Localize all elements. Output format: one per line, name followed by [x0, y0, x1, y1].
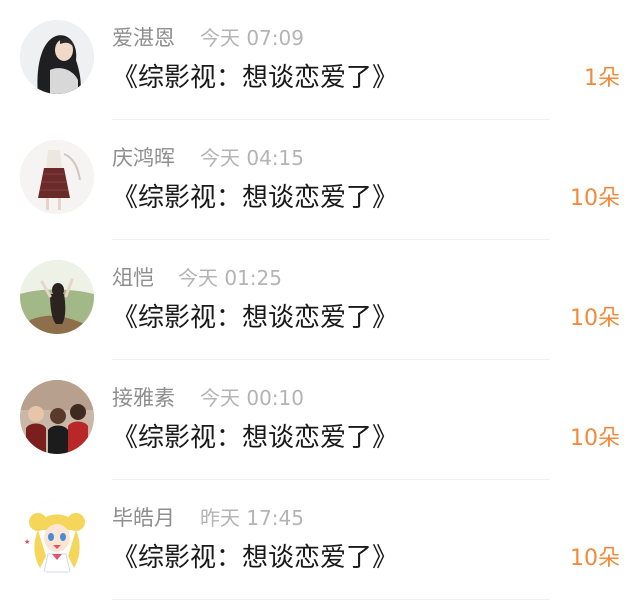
list-item[interactable]: 爱湛恩 今天 07:09 《综影视：想谈恋爱了》 1朵: [0, 0, 640, 120]
gift-list: 爱湛恩 今天 07:09 《综影视：想谈恋爱了》 1朵 庆鸿晖 今天 04:15…: [0, 0, 640, 603]
timestamp: 昨天 17:45: [200, 506, 304, 530]
gift-message: 《综影视：想谈恋爱了》: [112, 183, 399, 213]
list-item[interactable]: ★ 毕皓月 昨天 17:45 《综影视：想谈恋爱了》 10朵: [0, 480, 640, 600]
gift-message: 《综影视：想谈恋爱了》: [112, 63, 399, 93]
avatar-group-photo-icon: [20, 380, 94, 454]
user-name[interactable]: 俎恺: [112, 264, 154, 292]
user-avatar[interactable]: [20, 380, 94, 454]
list-item[interactable]: 庆鸿晖 今天 04:15 《综影视：想谈恋爱了》 10朵: [0, 120, 640, 240]
svg-text:★: ★: [24, 538, 30, 546]
gift-message: 《综影视：想谈恋爱了》: [112, 543, 399, 573]
avatar-girl-in-field-icon: [20, 260, 94, 334]
user-avatar[interactable]: [20, 20, 94, 94]
list-item[interactable]: 俎恺 今天 01:25 《综影视：想谈恋爱了》 10朵: [0, 240, 640, 360]
timestamp: 今天 07:09: [200, 26, 304, 50]
list-item[interactable]: 接雅素 今天 00:10 《综影视：想谈恋爱了》 10朵: [0, 360, 640, 480]
user-name[interactable]: 毕皓月: [112, 504, 175, 532]
timestamp: 今天 00:10: [200, 386, 304, 410]
avatar-woman-long-hair-icon: [20, 20, 94, 94]
flower-count: 10朵: [570, 426, 620, 451]
flower-count: 10朵: [570, 186, 620, 211]
avatar-skirt-illustration-icon: [20, 140, 94, 214]
timestamp: 今天 01:25: [178, 266, 282, 290]
gift-message: 《综影视：想谈恋爱了》: [112, 423, 399, 453]
timestamp: 今天 04:15: [200, 146, 304, 170]
user-name[interactable]: 接雅素: [112, 384, 175, 412]
flower-count: 10朵: [570, 306, 620, 331]
user-avatar[interactable]: ★: [20, 500, 94, 574]
user-name[interactable]: 爱湛恩: [112, 24, 175, 52]
flower-count: 1朵: [584, 66, 620, 91]
user-avatar[interactable]: [20, 140, 94, 214]
gift-message: 《综影视：想谈恋爱了》: [112, 303, 399, 333]
divider: [112, 599, 550, 600]
avatar-anime-girl-icon: ★: [20, 500, 94, 574]
flower-count: 10朵: [570, 546, 620, 571]
user-name[interactable]: 庆鸿晖: [112, 144, 175, 172]
user-avatar[interactable]: [20, 260, 94, 334]
